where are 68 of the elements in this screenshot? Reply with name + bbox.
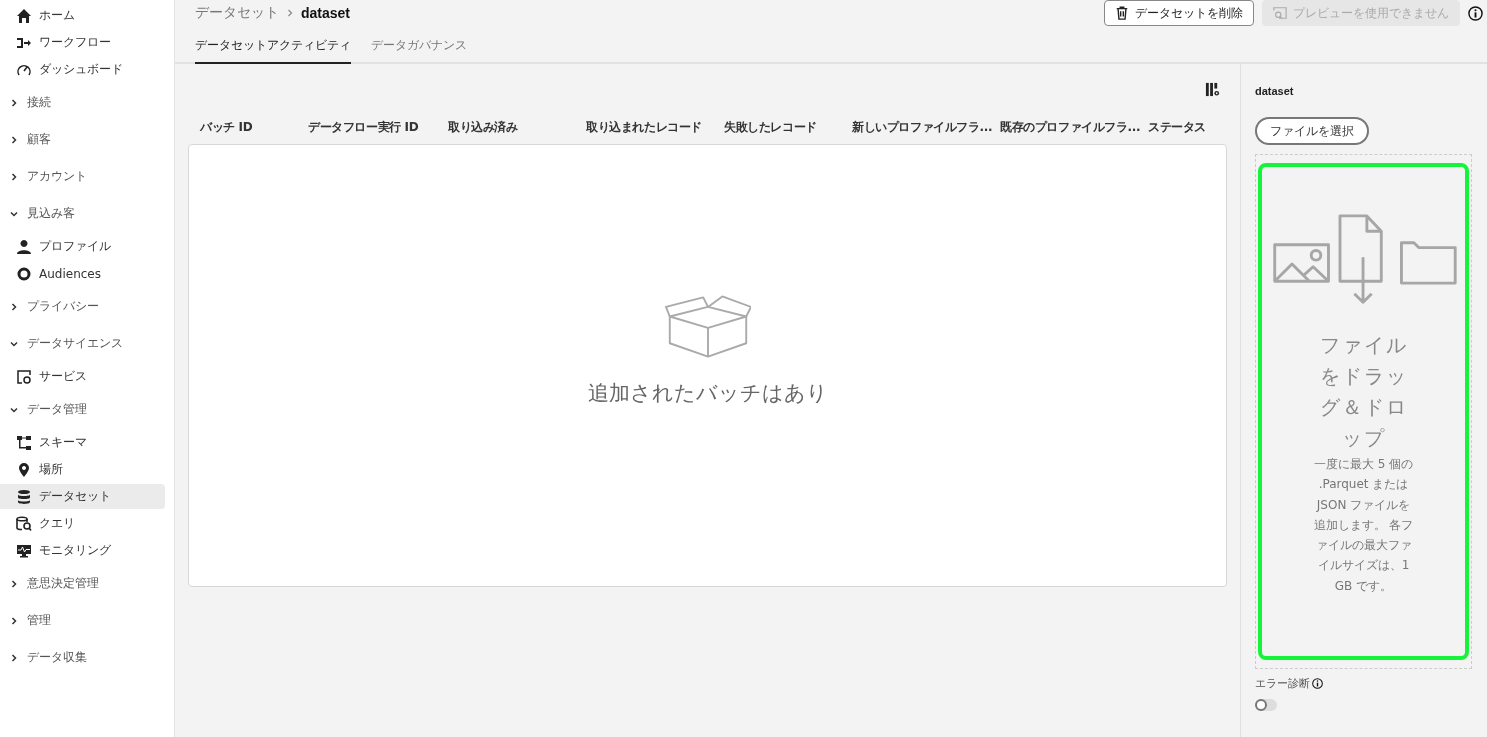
schema-icon [16,434,32,451]
choose-file-button[interactable]: ファイルを選択 [1255,117,1369,145]
empty-message: 追加されたバッチはあり [587,379,828,407]
database-icon [16,488,32,505]
tab[interactable]: データガバナンス [371,31,467,64]
info-icon[interactable] [1468,5,1483,21]
sidebar-group[interactable]: プライバシー [0,288,174,325]
service-icon [16,368,32,385]
delete-button[interactable]: データセットを削除 [1104,0,1254,26]
column-header[interactable]: ステータス [1148,119,1227,136]
group-label: データサイエンス [27,335,123,352]
monitor-icon [16,542,32,559]
column-header[interactable]: 失敗したレコード [724,119,852,136]
sidebar-item[interactable]: 場所 [0,457,165,482]
sidebar-item[interactable]: データセット [0,484,165,509]
error-diagnostics-label: エラー診断 [1255,676,1310,691]
group-label: 接続 [27,94,51,111]
group-label: アカウント [27,168,87,185]
sidebar-item[interactable]: プロファイル [0,234,165,259]
sidebar-item[interactable]: スキーマ [0,430,165,455]
group-label: 見込み客 [27,205,75,222]
sidebar-group[interactable]: アカウント [0,158,174,195]
column-header[interactable]: 既存のプロファイルフラ... [1000,119,1148,136]
sidebar-group[interactable]: 意思決定管理 [0,565,174,602]
sidebar-item[interactable]: ダッシュボード [0,57,165,82]
preview-icon [1273,6,1287,20]
audience-icon [16,265,32,282]
column-header[interactable]: データフロー実行 ID [308,119,448,136]
sidebar-item[interactable]: ホーム [0,3,165,28]
sidebar-group[interactable]: 管理 [0,602,174,639]
column-header[interactable]: 新しいプロファイルフラ... [852,119,1000,136]
group-label: データ管理 [27,401,87,418]
breadcrumb-link[interactable]: データセット [195,4,279,22]
sidebar-group[interactable]: 顧客 [0,121,174,158]
sidebar-group[interactable]: 接続 [0,84,174,121]
column-header[interactable]: バッチ ID [200,119,308,136]
empty-box-icon [664,294,751,359]
toggle-switch[interactable] [1255,699,1277,711]
pin-icon [16,461,32,478]
drop-title: ファイルをドラッグ＆ドロップ [1318,332,1409,452]
sidebar-item[interactable]: モニタリング [0,538,165,563]
query-icon [16,515,32,532]
column-header[interactable]: 取り込み済み [448,119,586,136]
drop-hint: 一度に最大 5 個の .Parquet または JSON ファイルを追加します。 各ファイルの最大ファイルサイズは、1 GB です。 [1313,456,1414,595]
sidebar-item[interactable]: Audiences [0,261,165,286]
person-icon [16,238,32,255]
drop-zone[interactable]: ファイルをドラッグ＆ドロップ 一度に最大 5 個の .Parquet または JSON ファイルを追加します。 各ファイルの最大ファイルサイズは、1 GB です。 [1255,154,1472,669]
sidebar-group[interactable]: データ管理 [0,391,174,428]
info-icon[interactable] [1312,678,1323,689]
page-title: dataset [301,5,351,21]
column-header[interactable]: 取り込まれたレコード [586,119,724,136]
group-label: 管理 [27,612,51,629]
sidebar-group[interactable]: データサイエンス [0,325,174,362]
group-label: 意思決定管理 [27,575,99,592]
group-label: 顧客 [27,131,51,148]
chevron-icon [285,8,295,18]
panel-title: dataset [1255,85,1295,97]
group-label: データ収集 [27,649,87,666]
sidebar-group[interactable]: データ収集 [0,639,174,676]
group-label: プライバシー [27,298,99,315]
column-settings-icon[interactable] [1205,82,1220,97]
sidebar-item[interactable]: クエリ [0,511,165,536]
tab[interactable]: データセットアクティビティ [195,31,351,64]
sidebar-item[interactable]: ワークフロー [0,30,165,55]
sidebar-group[interactable]: 見込み客 [0,195,174,232]
sidebar-item[interactable]: サービス [0,364,165,389]
trash-icon [1115,6,1129,20]
home-icon [16,7,32,24]
